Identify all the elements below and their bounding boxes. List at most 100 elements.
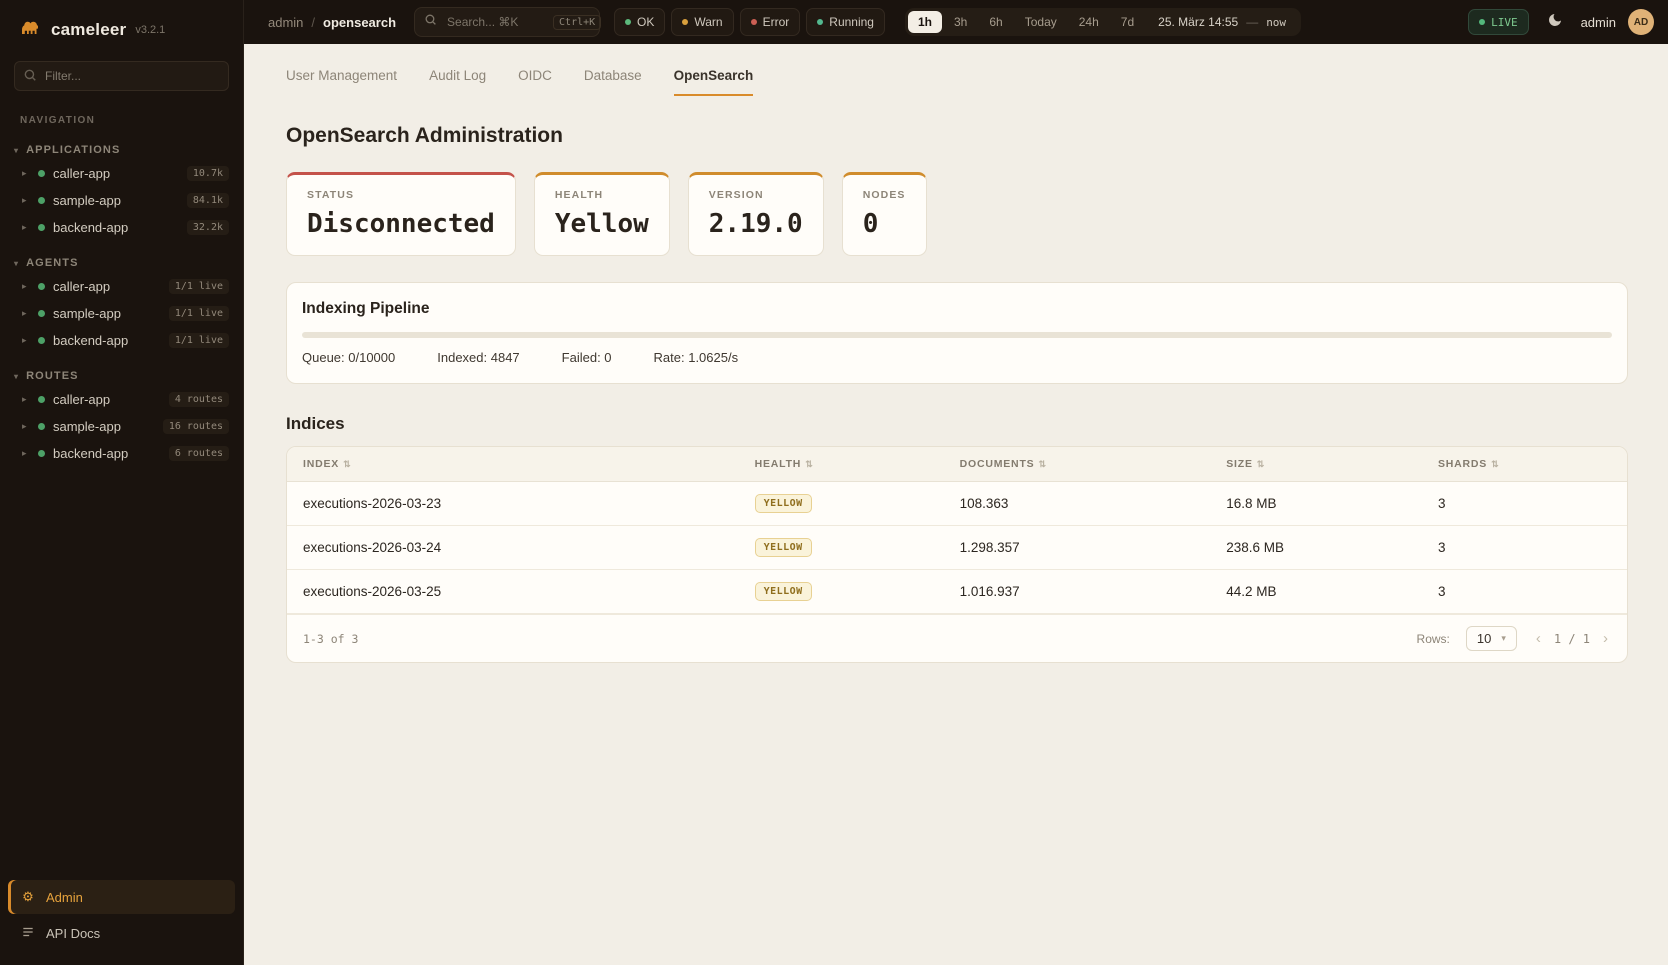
chevron-right-icon: ▸ — [22, 168, 30, 179]
prev-page-button[interactable]: ‹ — [1533, 630, 1544, 647]
status-dot-icon — [38, 224, 45, 231]
health-badge: YELLOW — [755, 494, 812, 513]
nav-group-label: APPLICATIONS — [26, 144, 120, 156]
chevron-right-icon: ▸ — [22, 222, 30, 233]
column-header-health[interactable]: HEALTH ⇅ — [739, 447, 944, 481]
column-header-shards[interactable]: SHARDS ⇅ — [1422, 447, 1627, 481]
status-dot-icon — [38, 197, 45, 204]
docs-icon — [20, 925, 36, 942]
time-range-7d[interactable]: 7d — [1111, 11, 1144, 33]
avatar[interactable]: AD — [1628, 9, 1654, 35]
breadcrumb-parent[interactable]: admin — [268, 15, 303, 30]
sidebar-item-routes-caller-app[interactable]: ▸ caller-app 4 routes — [0, 386, 243, 413]
theme-toggle-button[interactable] — [1541, 8, 1569, 36]
brand-version: v3.2.1 — [135, 24, 165, 36]
column-header-size[interactable]: SIZE ⇅ — [1210, 447, 1422, 481]
tab-oidc[interactable]: OIDC — [518, 68, 552, 96]
filter-chip-error[interactable]: Error — [740, 8, 801, 36]
main-content: User Management Audit Log OIDC Database … — [244, 44, 1668, 965]
time-range-today[interactable]: Today — [1015, 11, 1067, 33]
date-range-start: 25. März 14:55 — [1158, 15, 1238, 29]
table-row[interactable]: executions-2026-03-25 YELLOW 1.016.937 4… — [287, 570, 1627, 614]
sidebar-item-routes-backend-app[interactable]: ▸ backend-app 6 routes — [0, 440, 243, 467]
cell-size: 238.6 MB — [1210, 528, 1422, 567]
indices-title: Indices — [286, 414, 1628, 434]
rows-per-page-label: Rows: — [1417, 632, 1450, 646]
sidebar-item-applications-sample-app[interactable]: ▸ sample-app 84.1k — [0, 187, 243, 214]
sidebar-item-label: API Docs — [46, 926, 100, 941]
status-filter-group: OK Warn Error Running — [614, 8, 885, 36]
filter-chip-warn[interactable]: Warn — [671, 8, 733, 36]
global-search-input[interactable] — [445, 14, 545, 30]
rows-per-page-value: 10 — [1477, 631, 1491, 646]
cell-shards: 3 — [1422, 484, 1627, 523]
brand-name: cameleer — [51, 20, 126, 40]
nav-group-routes: ▾ ROUTES ▸ caller-app 4 routes ▸ sample-… — [0, 366, 243, 467]
column-label: SIZE — [1226, 458, 1253, 470]
stat-value: Disconnected — [307, 209, 495, 239]
sidebar-item-agents-backend-app[interactable]: ▸ backend-app 1/1 live — [0, 327, 243, 354]
tab-user-management[interactable]: User Management — [286, 68, 397, 96]
nav-group-agents: ▾ AGENTS ▸ caller-app 1/1 live ▸ sample-… — [0, 253, 243, 354]
sidebar-item-admin[interactable]: ⚙ Admin — [8, 880, 235, 914]
date-range-display[interactable]: 25. März 14:55 — now — [1146, 15, 1298, 29]
sidebar-item-agents-sample-app[interactable]: ▸ sample-app 1/1 live — [0, 300, 243, 327]
ok-dot-icon — [625, 19, 631, 25]
filter-chip-ok[interactable]: OK — [614, 8, 665, 36]
pipeline-queue: Queue: 0/10000 — [302, 350, 395, 365]
page-indicator: 1 / 1 — [1554, 632, 1590, 646]
stat-card-status: STATUS Disconnected — [286, 172, 516, 256]
column-label: HEALTH — [755, 458, 802, 470]
status-dot-icon — [38, 170, 45, 177]
error-dot-icon — [751, 19, 757, 25]
chevron-right-icon: ▸ — [22, 421, 30, 432]
nav-group-label: ROUTES — [26, 370, 78, 382]
filter-chip-label: Running — [829, 15, 874, 29]
filter-chip-running[interactable]: Running — [806, 8, 885, 36]
time-range-1h[interactable]: 1h — [908, 11, 942, 33]
tab-audit-log[interactable]: Audit Log — [429, 68, 486, 96]
stat-label: VERSION — [709, 189, 803, 201]
sidebar-item-applications-backend-app[interactable]: ▸ backend-app 32.2k — [0, 214, 243, 241]
indexing-pipeline-card: Indexing Pipeline Queue: 0/10000 Indexed… — [286, 282, 1628, 384]
sidebar-item-applications-caller-app[interactable]: ▸ caller-app 10.7k — [0, 160, 243, 187]
tab-database[interactable]: Database — [584, 68, 642, 96]
pipeline-indexed: Indexed: 4847 — [437, 350, 519, 365]
search-shortcut-kbd: Ctrl+K — [553, 15, 601, 30]
nav-group-header-applications[interactable]: ▾ APPLICATIONS — [0, 140, 243, 160]
sidebar-item-agents-caller-app[interactable]: ▸ caller-app 1/1 live — [0, 273, 243, 300]
tab-opensearch[interactable]: OpenSearch — [674, 68, 754, 96]
time-range-3h[interactable]: 3h — [944, 11, 977, 33]
sidebar-item-routes-sample-app[interactable]: ▸ sample-app 16 routes — [0, 413, 243, 440]
stat-cards: STATUS Disconnected HEALTH Yellow VERSIO… — [286, 172, 1628, 256]
time-range-24h[interactable]: 24h — [1069, 11, 1109, 33]
column-header-index[interactable]: INDEX ⇅ — [287, 447, 739, 481]
sidebar-filter-input[interactable] — [14, 61, 229, 91]
cell-shards: 3 — [1422, 528, 1627, 567]
cell-size: 16.8 MB — [1210, 484, 1422, 523]
stat-card-health: HEALTH Yellow — [534, 172, 670, 256]
time-range-6h[interactable]: 6h — [979, 11, 1012, 33]
sidebar-item-api-docs[interactable]: API Docs — [8, 916, 235, 951]
column-header-documents[interactable]: DOCUMENTS ⇅ — [944, 447, 1211, 481]
breadcrumb-separator: / — [311, 15, 315, 30]
live-indicator[interactable]: LIVE — [1468, 9, 1529, 35]
sidebar-item-label: caller-app — [53, 392, 161, 407]
status-dot-icon — [38, 310, 45, 317]
brand-logo[interactable]: cameleer v3.2.1 — [0, 0, 243, 57]
table-row[interactable]: executions-2026-03-24 YELLOW 1.298.357 2… — [287, 526, 1627, 570]
user-menu-label[interactable]: admin — [1581, 15, 1616, 30]
next-page-button[interactable]: › — [1600, 630, 1611, 647]
nav-group-header-routes[interactable]: ▾ ROUTES — [0, 366, 243, 386]
stat-card-version: VERSION 2.19.0 — [688, 172, 824, 256]
rows-per-page-select[interactable]: 10 ▾ — [1466, 626, 1517, 651]
table-row[interactable]: executions-2026-03-23 YELLOW 108.363 16.… — [287, 482, 1627, 526]
nav-group-header-agents[interactable]: ▾ AGENTS — [0, 253, 243, 273]
indices-table: INDEX ⇅ HEALTH ⇅ DOCUMENTS ⇅ SIZE ⇅ SHAR… — [286, 446, 1628, 663]
status-dot-icon — [38, 337, 45, 344]
sidebar-item-label: caller-app — [53, 279, 161, 294]
cell-index: executions-2026-03-25 — [287, 572, 739, 611]
global-search[interactable]: Ctrl+K — [414, 7, 600, 37]
sidebar-item-badge: 16 routes — [163, 419, 229, 434]
stat-value: 2.19.0 — [709, 209, 803, 239]
